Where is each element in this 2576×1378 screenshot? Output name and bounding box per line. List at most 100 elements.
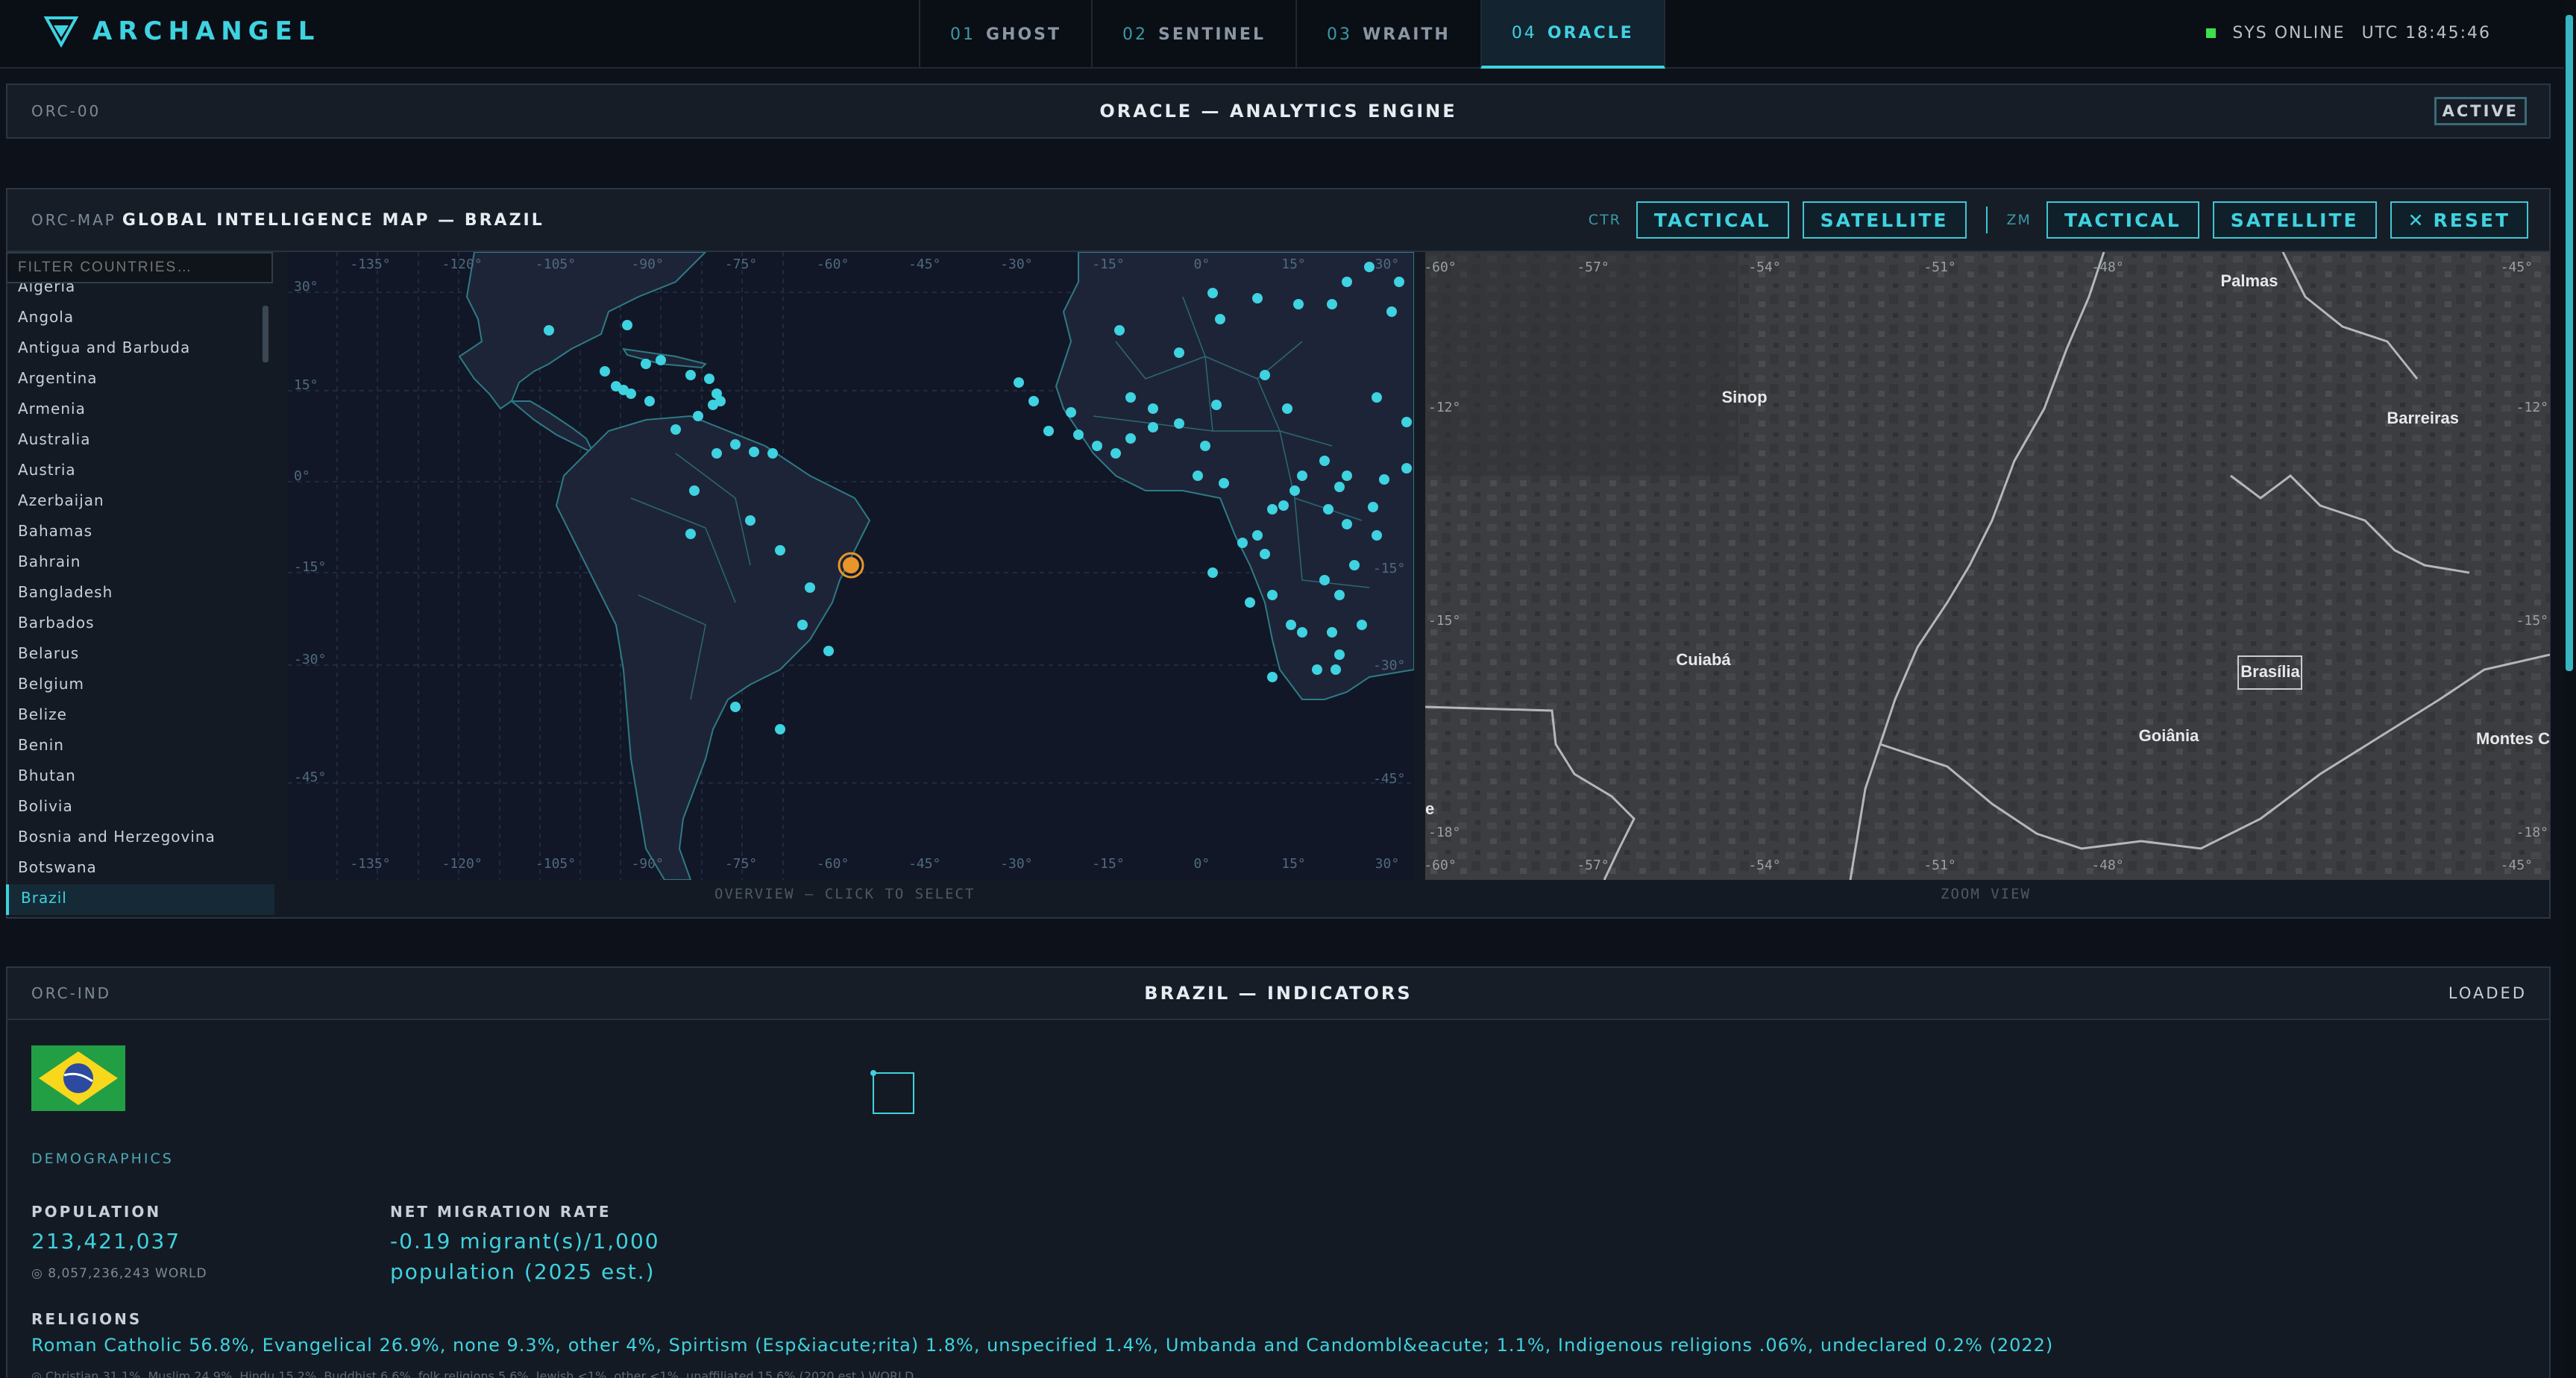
- country-marker[interactable]: [1207, 288, 1218, 298]
- country-marker[interactable]: [1349, 560, 1360, 570]
- country-marker[interactable]: [1237, 538, 1248, 548]
- country-marker[interactable]: [1372, 530, 1382, 541]
- ctr-satellite-button[interactable]: SATELLITE: [1802, 201, 1967, 239]
- country-marker[interactable]: [1215, 314, 1225, 324]
- country-marker[interactable]: [644, 396, 655, 406]
- country-marker[interactable]: [1342, 471, 1352, 481]
- country-marker[interactable]: [685, 370, 696, 380]
- country-list-item[interactable]: Bahrain: [6, 548, 274, 579]
- country-marker[interactable]: [1245, 597, 1255, 608]
- country-marker[interactable]: [656, 355, 666, 365]
- country-marker[interactable]: [1312, 664, 1322, 675]
- tab-ghost[interactable]: 01 GHOST: [919, 0, 1091, 69]
- country-marker[interactable]: [1207, 567, 1218, 578]
- country-marker[interactable]: [1211, 400, 1222, 410]
- country-marker[interactable]: [1043, 426, 1054, 436]
- country-list-item[interactable]: Armenia: [6, 395, 274, 426]
- country-marker[interactable]: [1401, 417, 1412, 427]
- zm-satellite-button[interactable]: SATELLITE: [2212, 201, 2377, 239]
- zoom-map[interactable]: -60° -60° -57° -57° -54° -54° -51° -51° -48° -48°…: [1425, 252, 2550, 880]
- country-list-item[interactable]: Barbados: [6, 609, 274, 640]
- country-marker[interactable]: [1148, 422, 1158, 432]
- country-marker[interactable]: [823, 646, 834, 656]
- country-marker[interactable]: [693, 411, 703, 421]
- country-list-item[interactable]: Argentina: [6, 365, 274, 395]
- country-list-item[interactable]: Antigua and Barbuda: [6, 334, 274, 365]
- country-marker[interactable]: [704, 374, 714, 384]
- country-marker[interactable]: [1331, 664, 1341, 675]
- zm-tactical-button[interactable]: TACTICAL: [2046, 201, 2199, 239]
- country-marker[interactable]: [1260, 549, 1270, 559]
- country-list-item[interactable]: Bolivia: [6, 793, 274, 823]
- reset-button[interactable]: ✕ RESET: [2390, 201, 2528, 239]
- country-marker[interactable]: [1028, 396, 1039, 406]
- country-marker[interactable]: [1260, 370, 1270, 380]
- page-scrollbar-thumb[interactable]: [2566, 15, 2573, 671]
- overview-map[interactable]: -135° -135° -120° -120° -105° -105° -90° -90° -7…: [288, 252, 1414, 880]
- country-marker[interactable]: [1386, 306, 1397, 317]
- country-marker[interactable]: [749, 447, 759, 457]
- country-marker[interactable]: [1193, 471, 1203, 481]
- country-marker[interactable]: [1174, 418, 1184, 429]
- country-marker[interactable]: [730, 439, 741, 450]
- country-marker[interactable]: [1368, 502, 1378, 512]
- country-marker[interactable]: [1334, 482, 1345, 492]
- country-list-item[interactable]: Azerbaijan: [6, 487, 274, 517]
- country-marker[interactable]: [1401, 463, 1412, 474]
- country-marker[interactable]: [1334, 649, 1345, 660]
- filter-countries-input[interactable]: [6, 252, 273, 283]
- country-list-scrollbar[interactable]: [263, 306, 268, 362]
- country-marker[interactable]: [1200, 441, 1210, 451]
- country-marker[interactable]: [1327, 627, 1337, 638]
- country-marker[interactable]: [626, 388, 636, 399]
- country-marker[interactable]: [1252, 293, 1263, 303]
- country-marker[interactable]: [1357, 620, 1367, 630]
- country-marker[interactable]: [544, 325, 554, 336]
- country-list-item[interactable]: Brazil: [6, 884, 274, 915]
- country-marker[interactable]: [730, 702, 741, 712]
- country-marker[interactable]: [775, 545, 785, 556]
- country-list-item[interactable]: Bangladesh: [6, 579, 274, 609]
- country-marker[interactable]: [745, 515, 755, 526]
- country-marker[interactable]: [611, 381, 621, 391]
- country-list-item[interactable]: Bosnia and Herzegovina: [6, 823, 274, 854]
- country-list[interactable]: Algeria Angola Antigua and Barbuda Argentin…: [6, 283, 274, 919]
- country-marker[interactable]: [1114, 325, 1125, 336]
- country-marker[interactable]: [670, 424, 681, 435]
- country-list-item[interactable]: Belize: [6, 701, 274, 732]
- country-marker[interactable]: [1297, 471, 1307, 481]
- country-marker[interactable]: [1125, 433, 1136, 444]
- country-marker[interactable]: [1282, 403, 1292, 414]
- country-list-item[interactable]: Botswana: [6, 854, 274, 884]
- country-marker[interactable]: [622, 320, 632, 330]
- country-marker[interactable]: [1293, 299, 1304, 309]
- country-marker[interactable]: [1372, 392, 1382, 403]
- tab-sentinel[interactable]: 02 SENTINEL: [1091, 0, 1295, 69]
- country-marker[interactable]: [767, 448, 778, 459]
- country-marker[interactable]: [805, 582, 815, 593]
- country-marker[interactable]: [1148, 403, 1158, 414]
- country-marker[interactable]: [1342, 277, 1352, 287]
- country-list-item[interactable]: Austria: [6, 456, 274, 487]
- tab-oracle[interactable]: 04 ORACLE: [1480, 0, 1665, 69]
- logo[interactable]: ARCHANGEL: [43, 15, 320, 48]
- country-list-item[interactable]: Bahamas: [6, 517, 274, 548]
- country-marker[interactable]: [1110, 448, 1121, 459]
- country-marker[interactable]: [1092, 441, 1102, 451]
- country-marker[interactable]: [1334, 590, 1345, 600]
- country-marker[interactable]: [1342, 519, 1352, 529]
- country-marker[interactable]: [1278, 500, 1289, 511]
- country-marker[interactable]: [711, 448, 722, 459]
- country-marker[interactable]: [1073, 430, 1084, 440]
- country-list-item[interactable]: Bhutan: [6, 762, 274, 793]
- country-marker[interactable]: [1125, 392, 1136, 403]
- country-marker[interactable]: [708, 400, 718, 410]
- ctr-tactical-button[interactable]: TACTICAL: [1636, 201, 1789, 239]
- country-list-item[interactable]: Belgium: [6, 670, 274, 701]
- country-marker[interactable]: [1319, 575, 1330, 585]
- country-marker[interactable]: [775, 724, 785, 734]
- country-marker[interactable]: [1327, 299, 1337, 309]
- country-list-item[interactable]: Algeria: [6, 283, 274, 303]
- country-marker[interactable]: [797, 620, 808, 630]
- country-marker[interactable]: [1289, 485, 1300, 496]
